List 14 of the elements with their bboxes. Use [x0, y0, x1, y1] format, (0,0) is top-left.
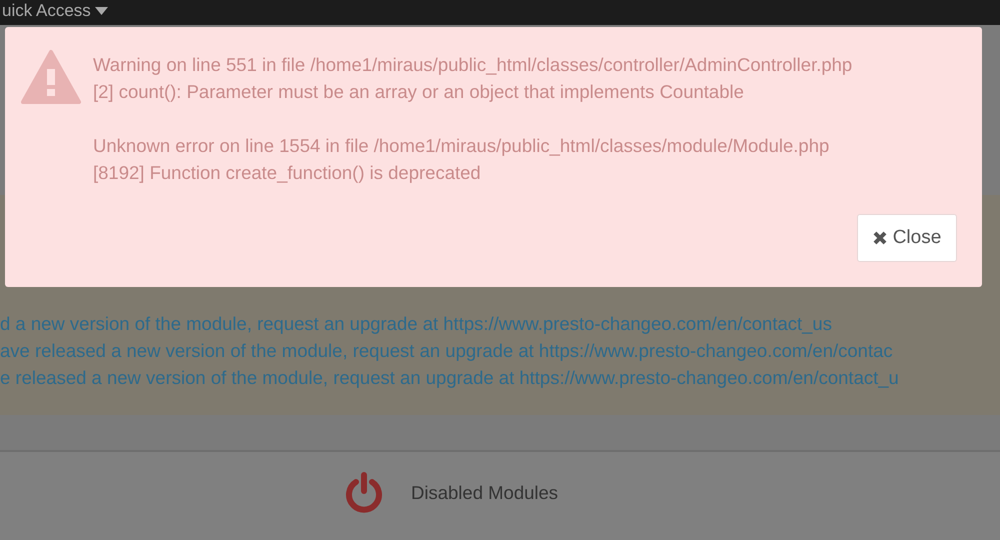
section-label: Disabled Modules	[411, 482, 558, 504]
error-location: Unknown error on line 1554 in file /home1/miraus/public_html/classes/module/Module.php	[93, 134, 830, 158]
error-detail: [2] count(): Parameter must be an array or an object that implements Countable	[93, 80, 744, 104]
close-icon	[872, 231, 887, 245]
warning-icon	[21, 49, 81, 105]
error-detail: [8192] Function create_function() is deprecated	[93, 161, 481, 185]
notice-text: d a new version of the module, request an upgrade at https://www.presto-changeo.com/en/contact_us	[0, 312, 832, 336]
notice-text: ave released a new version of the module, request an upgrade at https://www.presto-changeo.com/en/contac	[0, 339, 893, 363]
power-icon	[345, 472, 383, 514]
quick-access-menu[interactable]: uick Access	[2, 1, 108, 21]
notice-text: e released a new version of the module, request an upgrade at https://www.presto-changeo.com/en/contact_u	[0, 366, 899, 390]
close-button[interactable]: Close	[857, 214, 957, 262]
caret-icon	[94, 7, 108, 15]
error-location: Warning on line 551 in file /home1/miraus/public_html/classes/controller/AdminController.php	[93, 53, 852, 77]
